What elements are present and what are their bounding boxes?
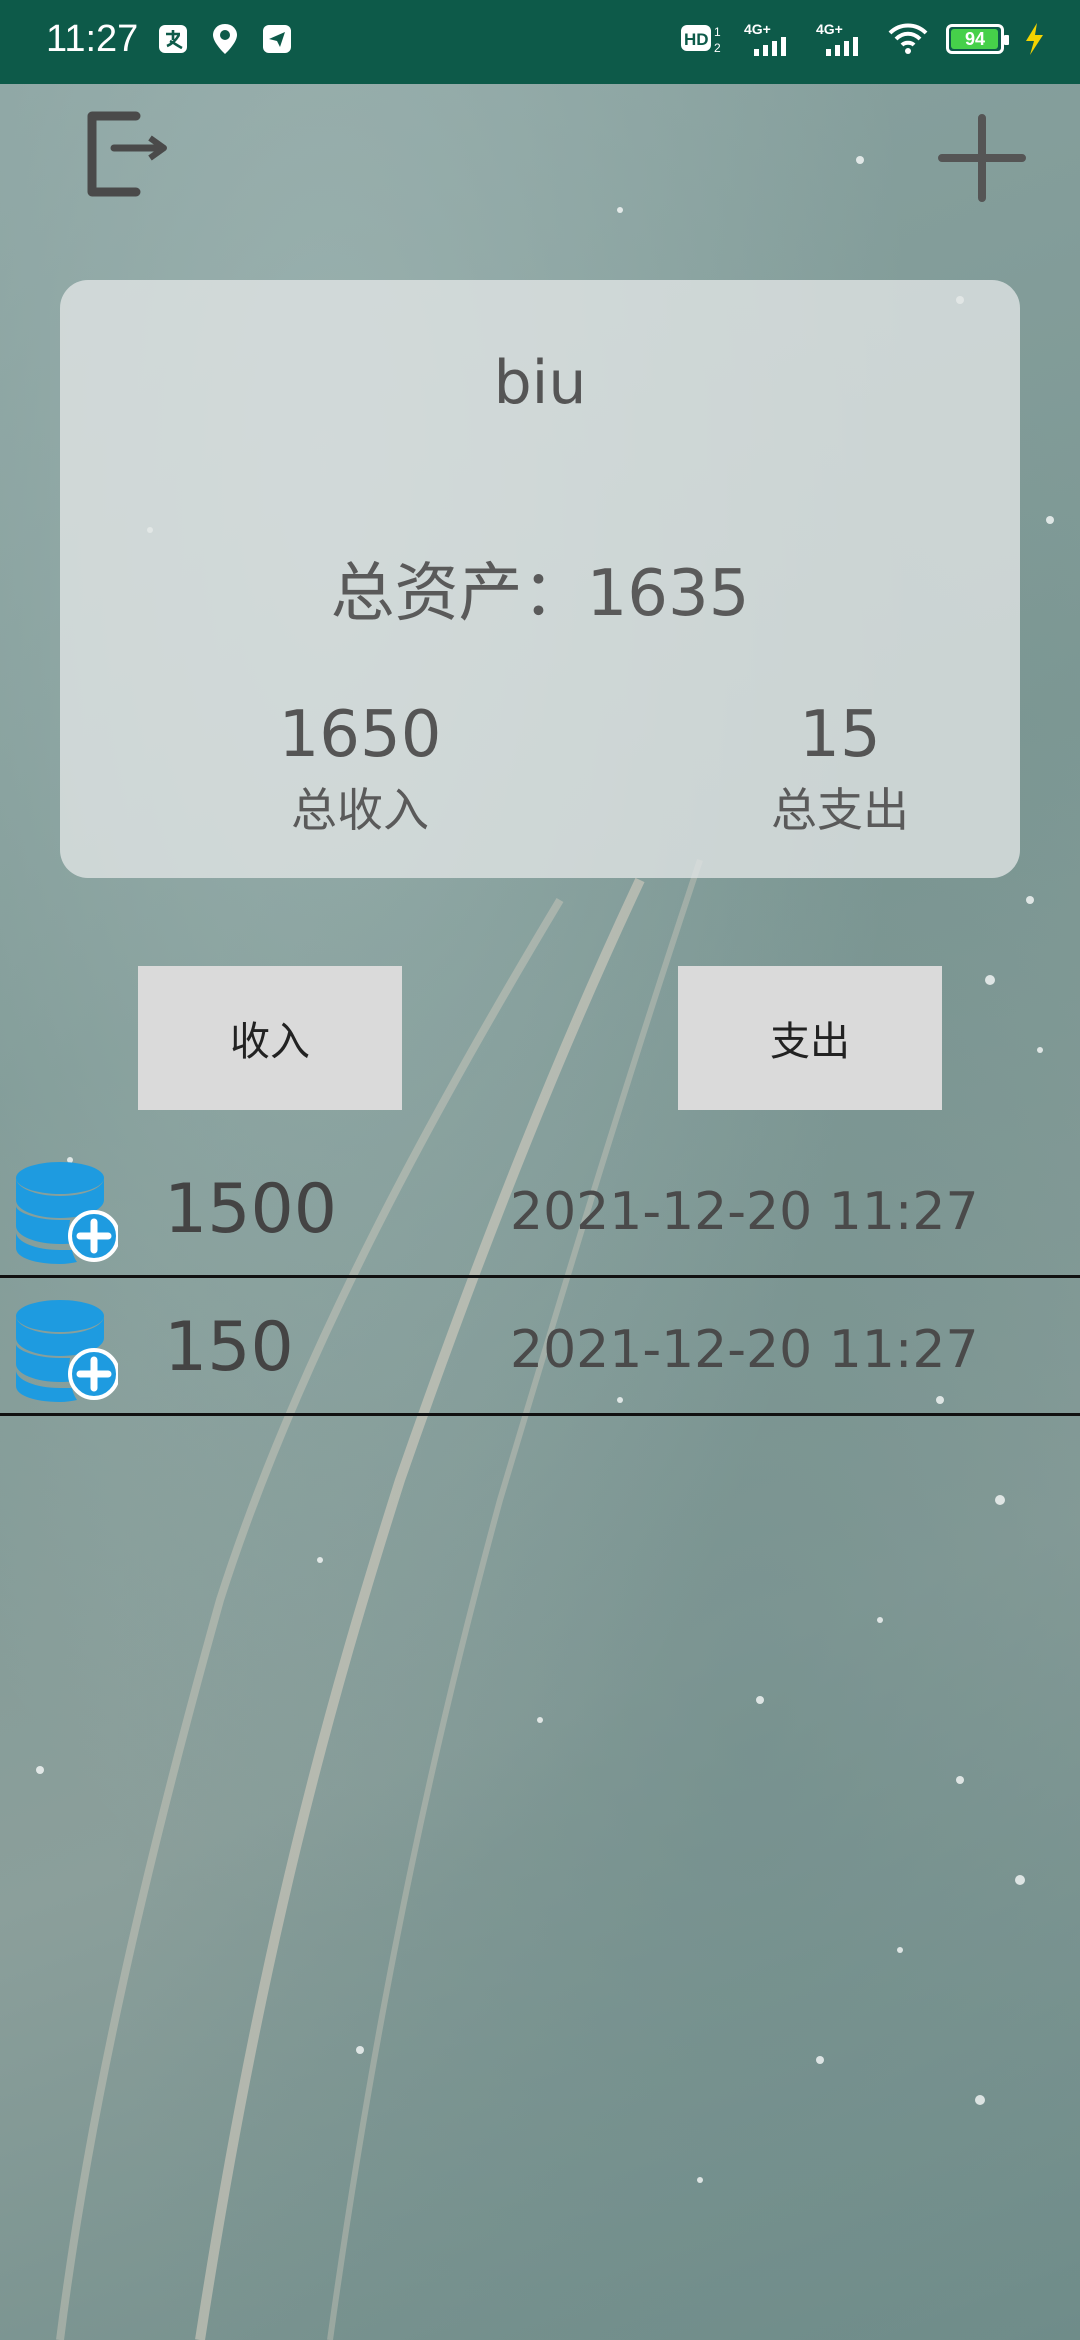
record-time: 2021-12-20 11:27 <box>510 1320 979 1380</box>
record-row[interactable]: 1500 2021-12-20 11:27 <box>0 1140 1080 1278</box>
status-time: 11:27 <box>46 18 139 60</box>
record-time: 2021-12-20 11:27 <box>510 1182 979 1242</box>
svg-text:4G+: 4G+ <box>816 21 843 37</box>
status-bar: 11:27 HD 1 2 4G+ 4G+ 94 <box>0 0 1080 84</box>
expense-button[interactable]: 支出 <box>678 966 942 1110</box>
total-assets-label: 总资产： <box>330 557 587 631</box>
battery-icon: 94 <box>946 24 1009 54</box>
database-add-icon <box>16 1162 118 1264</box>
svg-text:4G+: 4G+ <box>744 21 771 37</box>
username: biu <box>493 348 587 418</box>
plus-icon <box>938 114 1026 202</box>
logout-icon <box>87 111 167 197</box>
signal-4g-icon: 4G+ <box>816 20 870 58</box>
record-amount: 150 <box>164 1308 294 1387</box>
hd-icon: HD 1 2 <box>680 20 726 58</box>
summary-card: biu 总资产：1635 1650 总收入 15 总支出 <box>60 280 1020 878</box>
location-du-icon <box>208 22 242 56</box>
income-button[interactable]: 收入 <box>138 966 402 1110</box>
svg-text:1: 1 <box>714 25 721 39</box>
charging-icon <box>1022 20 1046 58</box>
record-row[interactable]: 150 2021-12-20 11:27 <box>0 1278 1080 1416</box>
record-amount: 1500 <box>164 1170 338 1249</box>
wifi-icon <box>888 20 928 58</box>
send-icon <box>260 22 294 56</box>
svg-text:HD: HD <box>684 30 709 49</box>
signal-4g-icon: 4G+ <box>744 20 798 58</box>
logout-button[interactable] <box>80 104 180 204</box>
total-income-value: 1650 <box>278 698 442 772</box>
svg-text:2: 2 <box>714 41 721 55</box>
total-expense-label: 总支出 <box>771 783 909 838</box>
total-expense: 15 总支出 <box>690 700 990 840</box>
total-assets: 总资产：1635 <box>60 542 1020 634</box>
total-expense-value: 15 <box>799 698 881 772</box>
alipay-icon <box>156 22 190 56</box>
total-assets-value: 1635 <box>586 557 750 631</box>
records-list: 1500 2021-12-20 11:27 150 2021-12-20 11:… <box>0 1140 1080 1416</box>
battery-level: 94 <box>964 28 986 49</box>
total-income-label: 总收入 <box>291 783 429 838</box>
add-button[interactable] <box>934 110 1030 206</box>
total-income: 1650 总收入 <box>210 700 510 840</box>
database-add-icon <box>16 1300 118 1402</box>
